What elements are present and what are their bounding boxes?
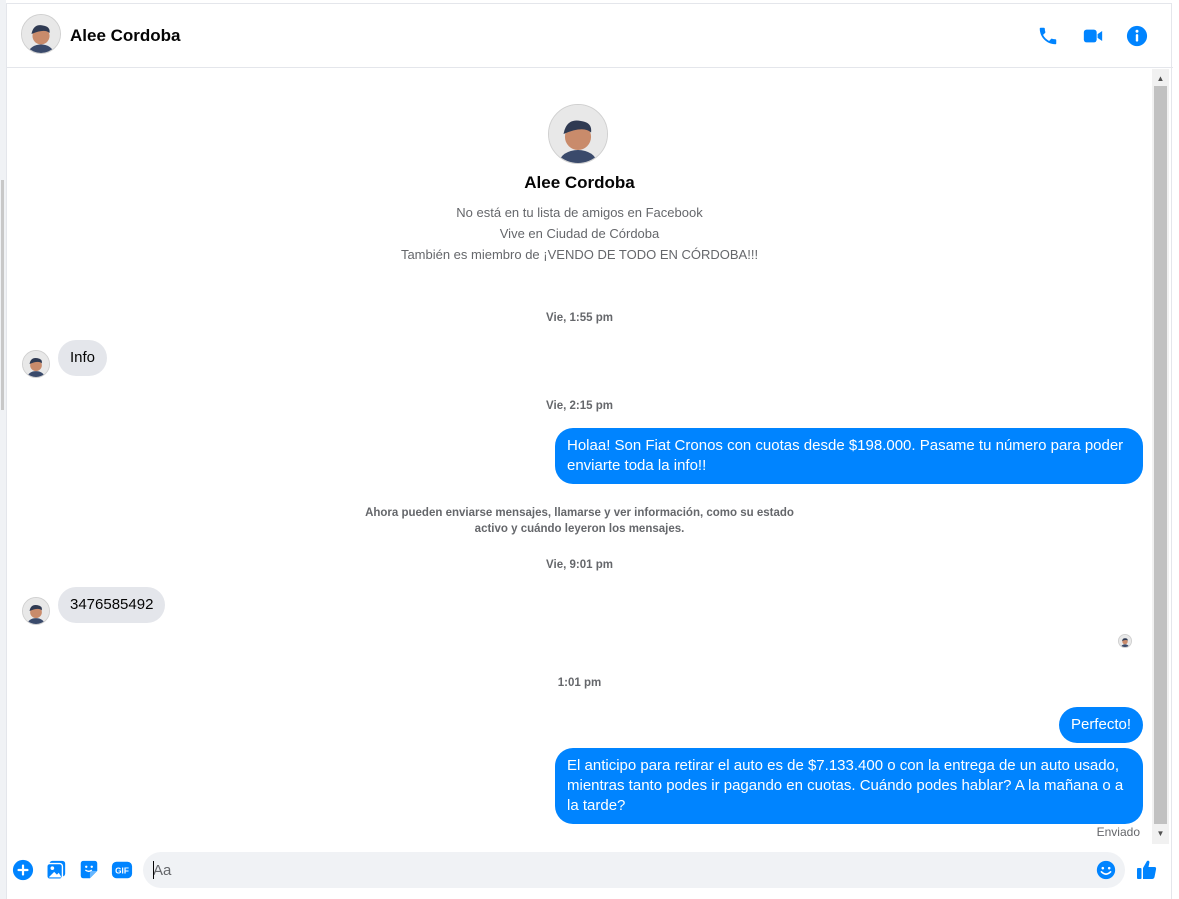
chat-header: Alee Cordoba	[7, 4, 1173, 68]
profile-group-membership: También es miembro de ¡VENDO DE TODO EN …	[400, 247, 759, 262]
info-icon[interactable]	[1125, 24, 1149, 48]
system-notice: Ahora pueden enviarse mensajes, llamarse…	[365, 507, 794, 535]
sender-avatar[interactable]	[22, 350, 50, 378]
emoji-icon[interactable]	[1095, 859, 1117, 881]
sticker-icon[interactable]	[78, 859, 100, 881]
thumbs-up-icon[interactable]	[1135, 858, 1159, 882]
message-composer: GIF	[7, 844, 1173, 899]
timestamp: Vie, 1:55 pm	[546, 312, 613, 324]
phone-icon[interactable]	[1036, 24, 1060, 48]
gif-icon-label: GIF	[115, 867, 129, 876]
message-input[interactable]	[153, 852, 1083, 888]
image-icon[interactable]	[45, 859, 67, 881]
plus-icon[interactable]	[12, 859, 34, 881]
profile-friend-status: No está en tu lista de amigos en Faceboo…	[456, 205, 703, 220]
contact-avatar[interactable]	[21, 14, 61, 54]
timestamp: Vie, 2:15 pm	[546, 400, 613, 412]
scroll-up-arrow-icon[interactable]: ▲	[1152, 71, 1169, 85]
scroll-down-arrow-icon[interactable]: ▼	[1152, 826, 1169, 840]
text-caret	[153, 861, 154, 879]
message-input-container[interactable]	[143, 852, 1125, 888]
seen-indicator-avatar	[1118, 634, 1132, 648]
message-thread[interactable]: Alee Cordoba No está en tu lista de amig…	[7, 69, 1152, 844]
video-camera-icon[interactable]	[1081, 24, 1105, 48]
outgoing-message[interactable]: El anticipo para retirar el auto es de $…	[555, 748, 1143, 824]
incoming-message[interactable]: Info	[58, 340, 108, 376]
timestamp: Vie, 9:01 pm	[546, 559, 613, 571]
sender-avatar[interactable]	[22, 597, 50, 625]
profile-location: Vive en Ciudad de Córdoba	[499, 226, 660, 241]
incoming-message[interactable]: 3476585492	[58, 587, 166, 623]
profile-name: Alee Cordoba	[524, 173, 635, 192]
timestamp: 1:01 pm	[557, 677, 602, 689]
chat-window: Alee Cordoba Alee Cordoba No está en tu …	[6, 3, 1173, 899]
contact-name[interactable]: Alee Cordoba	[70, 26, 181, 46]
profile-avatar[interactable]	[548, 104, 608, 164]
outgoing-message[interactable]: Holaa! Son Fiat Cronos con cuotas desde …	[555, 428, 1143, 484]
scrollbar-thumb[interactable]	[1154, 86, 1167, 824]
gif-icon[interactable]: GIF	[110, 859, 134, 881]
message-status: Enviado	[1096, 825, 1140, 839]
left-panel-scrollbar-thumb[interactable]	[1, 180, 4, 410]
outgoing-message[interactable]: Perfecto!	[1058, 707, 1143, 743]
message-scrollbar[interactable]: ▲ ▼	[1152, 69, 1169, 844]
